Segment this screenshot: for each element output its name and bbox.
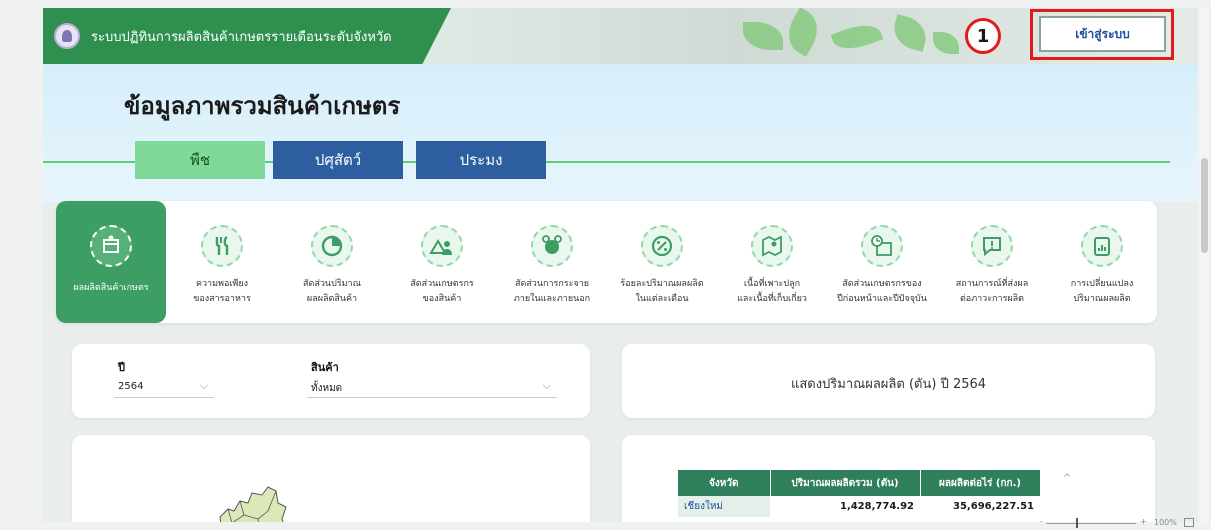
province-map[interactable] xyxy=(182,465,322,522)
menu-item-label: ผลผลิตสินค้าเกษตร xyxy=(73,283,149,293)
page-scrollbar-thumb[interactable] xyxy=(1201,158,1208,253)
page-title: ข้อมูลภาพรวมสินค้าเกษตร xyxy=(124,92,401,120)
browser-page: ระบบปฏิทินการผลิตสินค้าเกษตรรายเดือนระดั… xyxy=(43,8,1198,522)
farmer-icon xyxy=(421,225,463,267)
filter-card: ปี สินค้า 2564 ⌵ ทั้งหมด ⌵ xyxy=(72,344,590,418)
cell-total-volume: 1,428,774.92 xyxy=(839,501,914,512)
percent-icon xyxy=(641,225,683,267)
menu-item-monthly-percent[interactable]: ร้อยละปริมาณผลผลิต ในแต่ละเดือน xyxy=(607,201,717,323)
fit-to-page-icon[interactable] xyxy=(1184,518,1194,527)
box-hand-icon xyxy=(90,225,132,267)
menu-item-situation[interactable]: สถานการณ์ที่ส่งผล ต่อภาวะการผลิต xyxy=(937,201,1047,323)
login-button[interactable]: เข้าสู่ระบบ xyxy=(1039,16,1166,52)
decorative-leaf-icon xyxy=(889,14,931,52)
zoom-slider-thumb[interactable] xyxy=(1076,518,1078,528)
zoom-slider[interactable] xyxy=(1046,523,1136,524)
product-select[interactable]: ทั้งหมด ⌵ xyxy=(307,376,557,398)
map-card xyxy=(72,435,590,522)
table-header-row: จังหวัด ปริมาณผลผลิตรวม (ตัน) ผลผลิตต่อไ… xyxy=(678,470,1041,496)
distribution-icon xyxy=(531,225,573,267)
cell-yield-per-rai: 35,696,227.51 xyxy=(953,501,1034,512)
menu-item-label: ความพอเพียง ของสารอาหาร xyxy=(193,279,251,304)
menu-item-farmer-year[interactable]: สัดส่วนเกษตรกรของ ปีก่อนหน้าและปีปัจจุบัน xyxy=(827,201,937,323)
menu-item-nutrition[interactable]: ความพอเพียง ของสารอาหาร xyxy=(167,201,277,323)
tab-fishery[interactable]: ประมง xyxy=(416,141,546,179)
page-scrollbar[interactable] xyxy=(1200,8,1209,522)
utensils-icon xyxy=(201,225,243,267)
calendar-clock-icon xyxy=(861,225,903,267)
menu-item-planted-area[interactable]: เนื้อที่เพาะปลูก และเนื้อที่เก็บเกี่ยว xyxy=(717,201,827,323)
app-title: ระบบปฏิทินการผลิตสินค้าเกษตรรายเดือนระดั… xyxy=(91,30,392,45)
alert-message-icon xyxy=(971,225,1013,267)
decorative-leaf-icon xyxy=(743,22,783,50)
menu-item-production[interactable]: ผลผลิตสินค้าเกษตร xyxy=(56,201,166,323)
column-header-yield-per-rai[interactable]: ผลผลิตต่อไร่ (กก.) xyxy=(920,470,1041,496)
table-card: จังหวัด ปริมาณผลผลิตรวม (ตัน) ผลผลิตต่อไ… xyxy=(622,435,1155,522)
year-value: 2564 xyxy=(118,381,144,392)
zoom-in-icon[interactable]: + xyxy=(1140,517,1147,526)
map-pin-icon xyxy=(751,225,793,267)
step-number-badge: 1 xyxy=(965,18,1001,54)
tab-livestock[interactable]: ปศุสัตว์ xyxy=(273,141,403,179)
table-scrollbar[interactable]: ^ xyxy=(1059,473,1075,522)
cell-province: เชียงใหม่ xyxy=(678,496,770,517)
menu-item-label: การเปลี่ยนแปลง ปริมาณผลผลิต xyxy=(1070,279,1134,304)
summary-card: แสดงปริมาณผลผลิต (ตัน) ปี 2564 xyxy=(622,344,1155,418)
menu-item-label: เนื้อที่เพาะปลูก และเนื้อที่เก็บเกี่ยว xyxy=(737,279,807,304)
report-chart-icon xyxy=(1081,225,1123,267)
pie-chart-icon xyxy=(311,225,353,267)
product-label: สินค้า xyxy=(311,361,339,374)
menu-item-label: สัดส่วนการกระจาย ภายในและภายนอก xyxy=(513,279,591,304)
decorative-leaf-icon xyxy=(830,18,884,56)
title-banner: ระบบปฏิทินการผลิตสินค้าเกษตรรายเดือนระดั… xyxy=(43,8,451,64)
year-label: ปี xyxy=(118,361,125,374)
summary-title: แสดงปริมาณผลผลิต (ตัน) ปี 2564 xyxy=(790,377,987,392)
tab-plants[interactable]: พืช xyxy=(135,141,265,179)
menu-item-label: ร้อยละปริมาณผลผลิต ในแต่ละเดือน xyxy=(620,279,704,304)
hero-section: ข้อมูลภาพรวมสินค้าเกษตร พืช ปศุสัตว์ ประ… xyxy=(43,64,1198,202)
chevron-down-icon: ⌵ xyxy=(199,379,208,392)
product-value: ทั้งหมด xyxy=(311,383,343,394)
menu-item-label: สัดส่วนเกษตรกร ของสินค้า xyxy=(410,279,474,304)
production-table: จังหวัด ปริมาณผลผลิตรวม (ตัน) ผลผลิตต่อไ… xyxy=(678,470,1041,517)
menu-item-label: สัดส่วนปริมาณ ผลผลิตสินค้า xyxy=(303,279,361,304)
column-header-total-volume[interactable]: ปริมาณผลผลิตรวม (ตัน) xyxy=(770,470,921,496)
table-row: เชียงใหม่ 1,428,774.92 35,696,227.51 xyxy=(678,496,1040,517)
column-header-province[interactable]: จังหวัด xyxy=(678,470,771,496)
top-header: ระบบปฏิทินการผลิตสินค้าเกษตรรายเดือนระดั… xyxy=(43,8,1198,64)
menu-item-distribution[interactable]: สัดส่วนการกระจาย ภายในและภายนอก xyxy=(497,201,607,323)
chevron-down-icon: ⌵ xyxy=(542,379,551,392)
menu-item-farmer-share[interactable]: สัดส่วนเกษตรกร ของสินค้า xyxy=(387,201,497,323)
menu-item-label: สัดส่วนเกษตรกรของ ปีก่อนหน้าและปีปัจจุบัน xyxy=(837,279,927,304)
report-menu: ผลผลิตสินค้าเกษตร ความพอเพียง ของสารอาหาร… xyxy=(56,201,1157,323)
zoom-control: - + 100% xyxy=(1040,517,1200,530)
decorative-leaf-icon xyxy=(933,32,959,54)
menu-item-label: สถานการณ์ที่ส่งผล ต่อภาวะการผลิต xyxy=(955,279,1029,304)
zoom-out-icon[interactable]: - xyxy=(1040,517,1043,526)
zoom-level: 100% xyxy=(1154,518,1177,527)
menu-item-change[interactable]: การเปลี่ยนแปลง ปริมาณผลผลิต xyxy=(1047,201,1157,323)
menu-item-volume-share[interactable]: สัดส่วนปริมาณ ผลผลิตสินค้า xyxy=(277,201,387,323)
government-seal-icon xyxy=(54,23,80,49)
year-select[interactable]: 2564 ⌵ xyxy=(114,376,214,398)
scroll-up-icon[interactable]: ^ xyxy=(1059,473,1075,484)
decorative-leaf-icon xyxy=(780,8,826,57)
